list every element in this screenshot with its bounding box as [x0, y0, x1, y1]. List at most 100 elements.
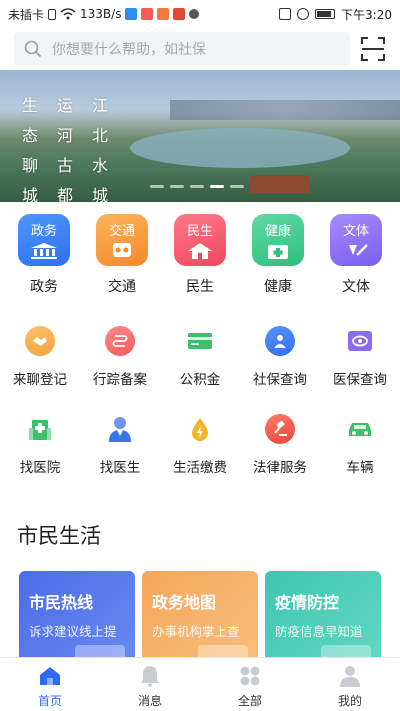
card-epidemic-control[interactable]: 疫情防控 防疫信息早知道	[265, 571, 381, 671]
sim-icon	[48, 8, 57, 20]
services-grid: 来聊登记 行踪备案 公积金 社保查询 医保查询 找医院 找医生 生活缴费 法律服…	[0, 326, 400, 476]
nav-profile[interactable]: 我的	[300, 658, 400, 711]
carousel-dot[interactable]	[230, 185, 244, 188]
card-subtitle: 防疫信息早知道	[275, 624, 363, 639]
banner-carousel[interactable]: 生 态 聊 城 运 河 古 都 江 北 水 城	[0, 70, 400, 202]
traffic-light-icon	[113, 243, 131, 257]
service-label: 公积金	[179, 372, 221, 388]
gavel-icon	[265, 414, 295, 444]
car-icon	[345, 414, 375, 444]
search-input[interactable]: 你想要什么帮助，如社保	[14, 32, 350, 66]
carousel-dot-active[interactable]	[210, 185, 224, 188]
bell-icon	[141, 666, 159, 687]
network-speed: 133B/s	[80, 7, 122, 21]
category-health[interactable]: 健康 健康	[243, 214, 313, 296]
app-notification-icon	[173, 8, 186, 20]
service-travel-record[interactable]: 行踪备案	[80, 326, 160, 388]
building-icon	[31, 243, 57, 259]
service-label: 医保查询	[333, 372, 387, 388]
livelihood-tile: 民生	[174, 214, 226, 266]
service-find-doctor[interactable]: 找医生	[80, 414, 160, 476]
carrier-text: 未插卡	[8, 7, 45, 22]
doctor-icon	[105, 414, 135, 444]
carousel-dot[interactable]	[150, 185, 164, 188]
scan-icon[interactable]	[360, 36, 386, 62]
poem-char: 态	[22, 126, 40, 145]
handshake-icon	[25, 326, 55, 356]
category-label: 健康	[264, 279, 292, 295]
service-housing-fund[interactable]: 公积金	[160, 326, 240, 388]
medical-card-icon	[345, 326, 375, 356]
status-time: 下午3:20	[341, 7, 392, 22]
translate-icon	[189, 9, 200, 19]
service-legal[interactable]: 法律服务	[240, 414, 320, 476]
category-traffic[interactable]: 交通 交通	[87, 214, 157, 296]
status-right: 下午3:20	[279, 6, 392, 23]
banner-poem: 生 态 聊 城 运 河 古 都 江 北 水 城	[22, 92, 109, 202]
hospital-icon	[25, 414, 55, 444]
poem-char: 江	[92, 96, 110, 115]
status-left: 未插卡 133B/s	[8, 6, 200, 23]
service-label: 生活缴费	[173, 460, 227, 476]
government-tile: 政务	[18, 214, 70, 266]
service-find-hospital[interactable]: 找医院	[0, 414, 80, 476]
badminton-icon	[349, 244, 368, 256]
banner-skyline	[170, 100, 400, 120]
service-medical-insurance[interactable]: 医保查询	[320, 326, 400, 388]
card-icon	[185, 326, 215, 356]
poem-char: 都	[57, 186, 75, 202]
service-visitor-registration[interactable]: 来聊登记	[0, 326, 80, 388]
tile-label: 健康	[264, 224, 291, 239]
route-icon	[105, 326, 135, 356]
service-label: 来聊登记	[13, 372, 67, 388]
bolt-icon	[185, 414, 215, 444]
life-cards: 市民热线 诉求建议线上提 政务地图 办事机构掌上查 疫情防控 防疫信息早知道	[19, 571, 400, 671]
card-title: 市民热线	[29, 593, 94, 612]
service-label: 社保查询	[253, 372, 307, 388]
service-social-security[interactable]: 社保查询	[240, 326, 320, 388]
carousel-dot[interactable]	[190, 185, 204, 188]
grid-icon	[240, 666, 260, 686]
alarm-icon	[297, 8, 310, 20]
service-vehicle[interactable]: 车辆	[320, 414, 400, 476]
card-citizen-hotline[interactable]: 市民热线 诉求建议线上提	[19, 571, 135, 671]
traffic-tile: 交通	[96, 214, 148, 266]
nav-home[interactable]: 首页	[0, 658, 100, 711]
search-icon	[24, 40, 42, 58]
poem-column: 生 态 聊 城	[22, 92, 39, 202]
poem-char: 聊	[22, 156, 40, 175]
carousel-indicator	[150, 185, 244, 188]
nav-label: 消息	[137, 694, 162, 708]
poem-char: 城	[22, 186, 40, 202]
nav-messages[interactable]: 消息	[100, 658, 200, 711]
category-label: 民生	[186, 279, 214, 295]
service-label: 找医院	[19, 460, 61, 476]
user-icon	[340, 666, 360, 687]
poem-char: 水	[92, 156, 110, 175]
category-culture-sports[interactable]: 文体 文体	[321, 214, 391, 296]
poem-char: 北	[92, 126, 110, 145]
service-utility-payment[interactable]: 生活缴费	[160, 414, 240, 476]
banner-lake	[130, 128, 350, 168]
search-placeholder: 你想要什么帮助，如社保	[52, 42, 206, 58]
tile-label: 交通	[108, 224, 135, 239]
nav-label: 首页	[37, 694, 62, 708]
wifi-icon	[60, 8, 76, 20]
poem-char: 城	[92, 186, 110, 202]
card-gov-map[interactable]: 政务地图 办事机构掌上查	[142, 571, 258, 671]
house-icon	[188, 243, 212, 259]
category-livelihood[interactable]: 民生 民生	[165, 214, 235, 296]
tile-label: 民生	[186, 224, 213, 239]
card-title: 疫情防控	[275, 593, 340, 612]
status-bar: 未插卡 133B/s 下午3:20	[0, 0, 400, 28]
category-label: 政务	[30, 279, 58, 295]
category-label: 交通	[108, 279, 136, 295]
carousel-dot[interactable]	[170, 185, 184, 188]
battery-icon	[315, 9, 336, 19]
search-row: 你想要什么帮助，如社保	[0, 30, 400, 68]
nav-all[interactable]: 全部	[200, 658, 300, 711]
poem-char: 河	[57, 126, 75, 145]
poem-char: 运	[57, 96, 75, 115]
category-government[interactable]: 政务 政务	[9, 214, 79, 296]
app-notification-icon	[125, 8, 138, 20]
